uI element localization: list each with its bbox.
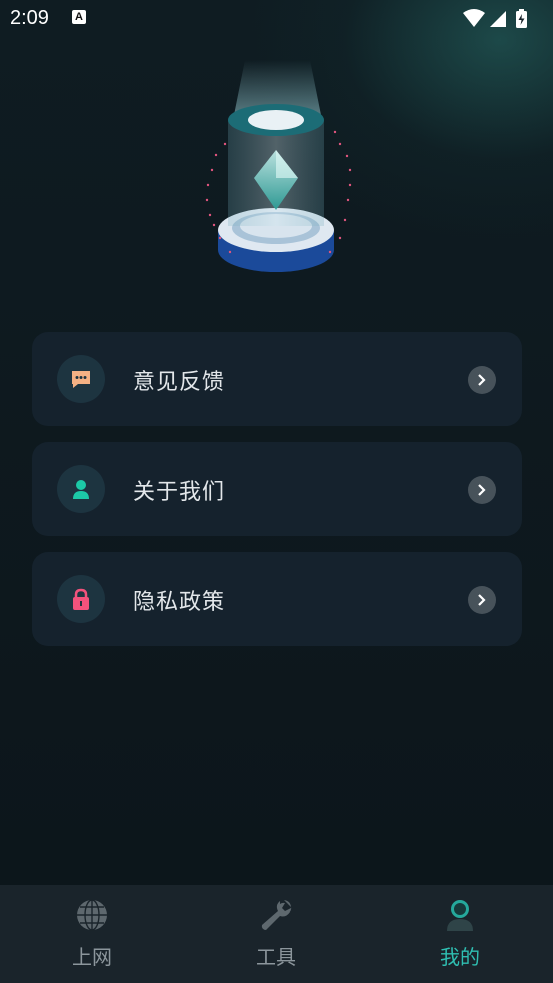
chevron-right-icon xyxy=(468,366,496,394)
menu-item-feedback[interactable]: 意见反馈 xyxy=(32,332,522,426)
status-time: 2:09 xyxy=(10,7,49,29)
settings-menu: 意见反馈 关于我们 隐私政策 xyxy=(32,332,522,662)
nav-tab-mine[interactable]: 我的 xyxy=(368,885,552,983)
profile-icon xyxy=(447,900,473,931)
wifi-icon xyxy=(463,9,485,27)
notification-icon: A xyxy=(72,10,86,24)
user-icon xyxy=(57,465,105,513)
nav-label: 工具 xyxy=(256,945,296,969)
nav-tab-tools[interactable]: 工具 xyxy=(184,885,368,983)
menu-item-label: 关于我们 xyxy=(133,480,226,505)
chevron-right-icon xyxy=(468,586,496,614)
battery-icon xyxy=(516,9,527,28)
menu-item-privacy-policy[interactable]: 隐私政策 xyxy=(32,552,522,646)
nav-label: 上网 xyxy=(72,945,112,969)
globe-icon xyxy=(77,899,107,931)
menu-item-label: 意见反馈 xyxy=(133,370,226,395)
wrench-icon xyxy=(261,900,292,930)
signal-icon xyxy=(490,11,506,27)
chat-bubble-icon xyxy=(57,355,105,403)
menu-item-label: 隐私政策 xyxy=(133,590,226,615)
lock-icon xyxy=(57,575,105,623)
menu-item-about-us[interactable]: 关于我们 xyxy=(32,442,522,536)
nav-label: 我的 xyxy=(440,945,480,969)
status-icons xyxy=(461,8,541,30)
status-bar: 2:09 A xyxy=(0,0,553,38)
nav-tab-internet[interactable]: 上网 xyxy=(0,885,184,983)
hero-illustration xyxy=(190,60,365,285)
bottom-navigation: 上网 工具 我的 xyxy=(0,885,553,983)
chevron-right-icon xyxy=(468,476,496,504)
